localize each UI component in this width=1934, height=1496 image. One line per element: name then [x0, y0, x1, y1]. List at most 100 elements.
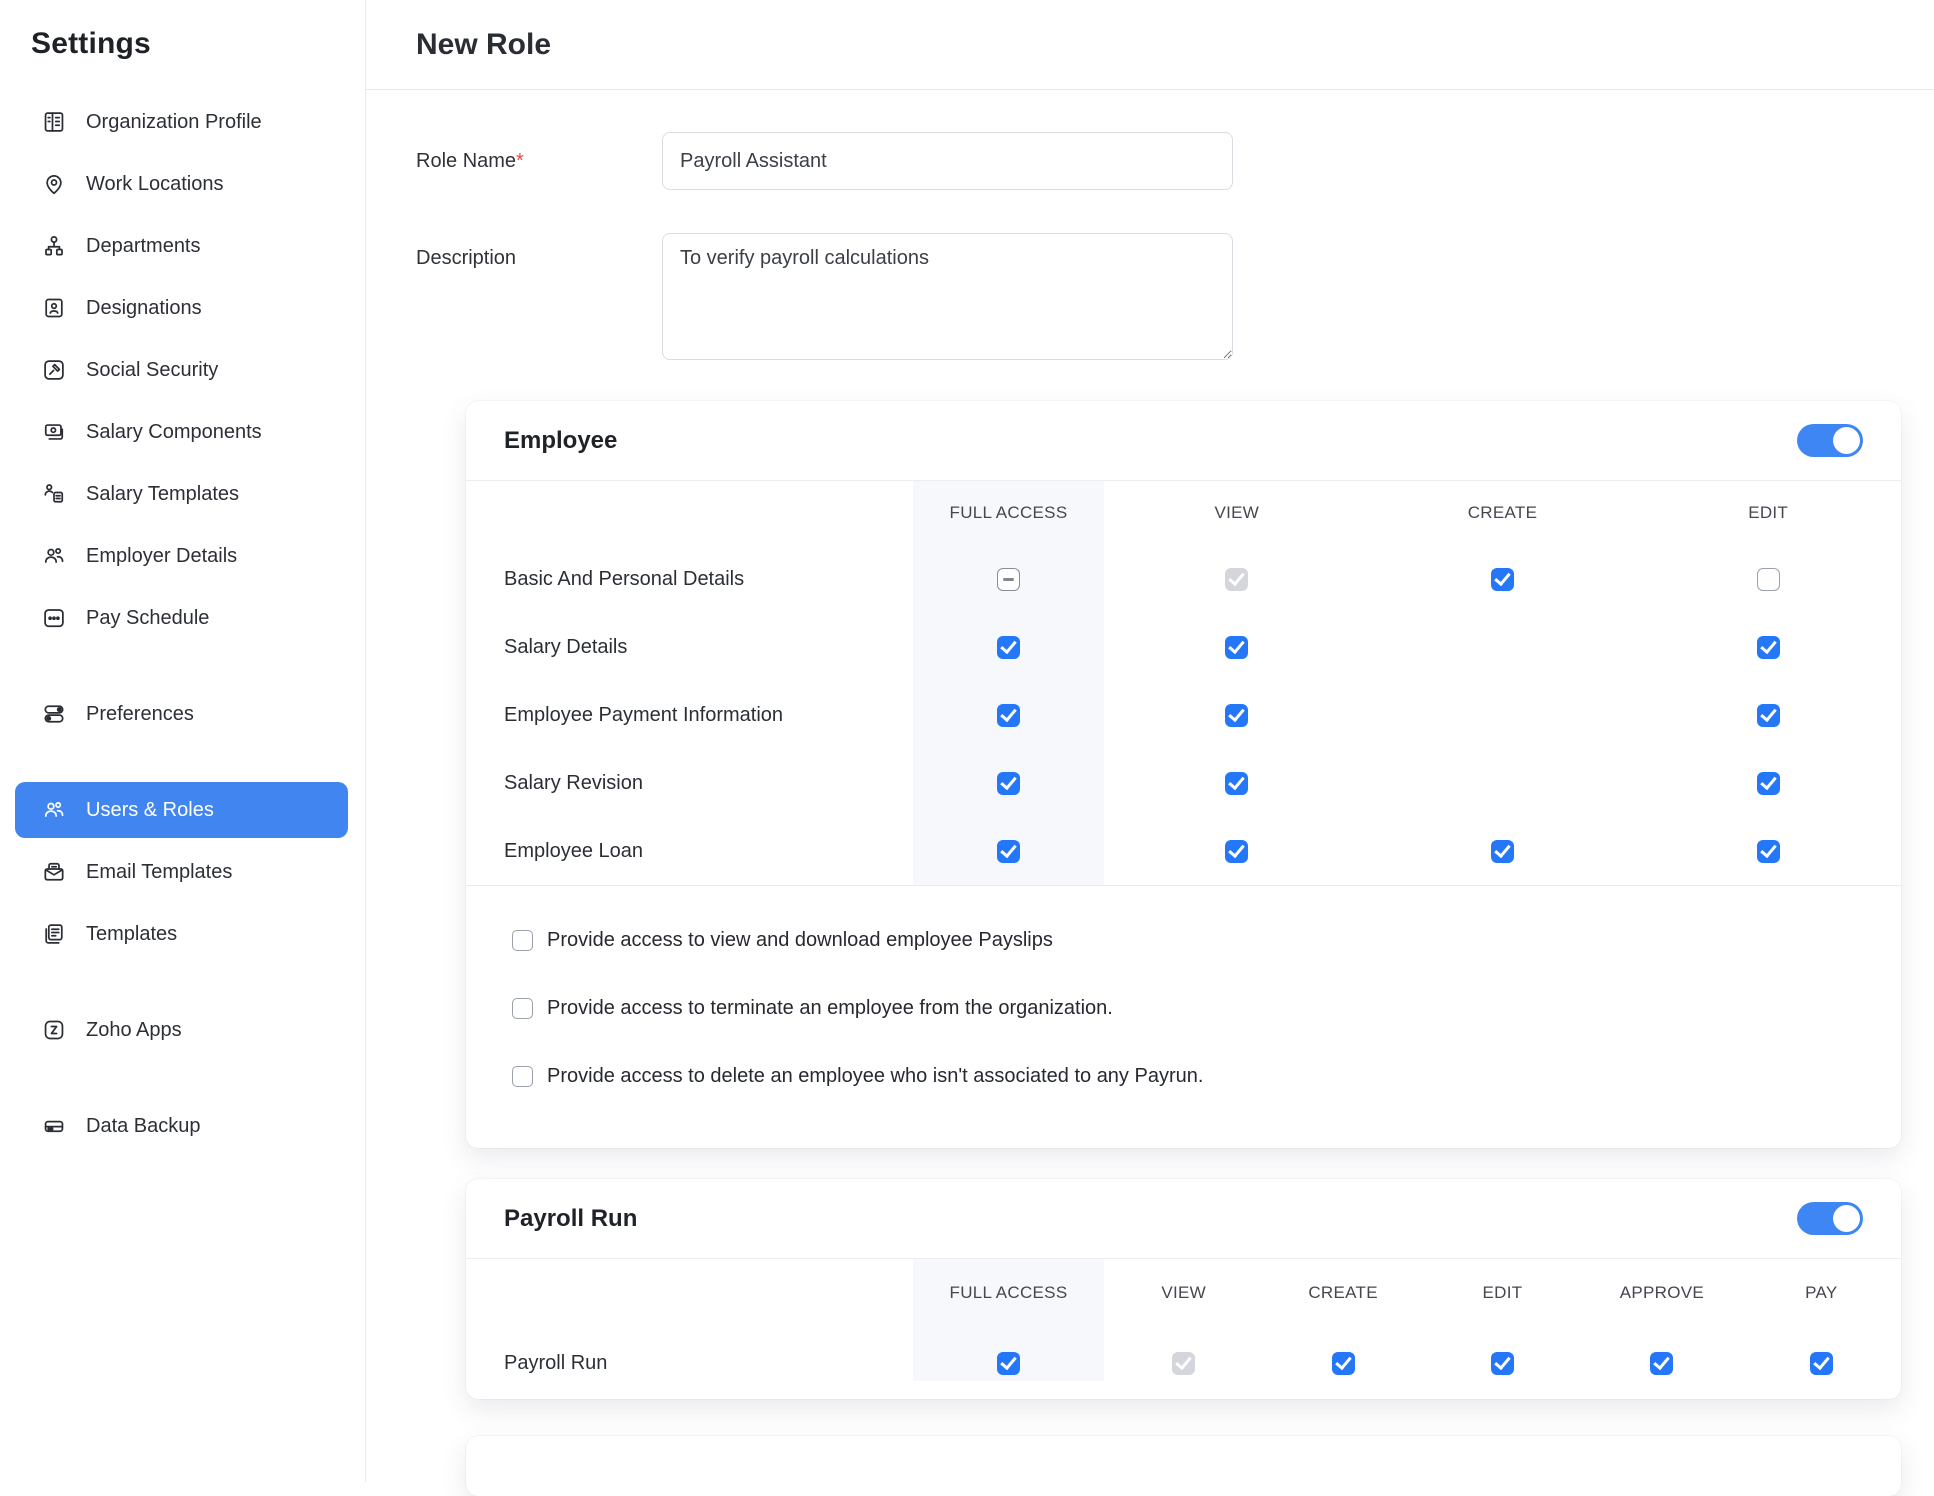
new-role-form: Role Name* Description To verify payroll… — [366, 90, 1934, 1496]
permissions-table-header: FULL ACCESSVIEWCREATEEDITAPPROVEPAY — [466, 1259, 1901, 1327]
sidebar-item-departments[interactable]: Departments — [0, 215, 365, 277]
permissions-table-header: FULL ACCESSVIEWCREATEEDIT — [466, 481, 1901, 545]
sidebar-item-organization-profile[interactable]: Organization Profile — [0, 91, 365, 153]
sidebar-item-label: Employer Details — [86, 545, 237, 568]
preferences-icon — [41, 701, 67, 727]
permission-checkbox[interactable] — [1225, 636, 1248, 659]
permission-checkbox[interactable] — [1757, 840, 1780, 863]
section-title: Payroll Run — [504, 1205, 637, 1233]
permission-row-label: Payroll Run — [466, 1352, 913, 1375]
salary-components-icon — [41, 419, 67, 445]
sidebar-item-employer-details[interactable]: Employer Details — [0, 525, 365, 587]
sidebar-item-preferences[interactable]: Preferences — [0, 683, 365, 745]
sidebar-item-label: Organization Profile — [86, 111, 262, 134]
nav-spacer — [0, 745, 365, 779]
role-name-label-text: Role Name — [416, 150, 516, 172]
sidebar-item-work-locations[interactable]: Work Locations — [0, 153, 365, 215]
permission-checkbox[interactable] — [1225, 772, 1248, 795]
sidebar-item-pay-schedule[interactable]: Pay Schedule — [0, 587, 365, 649]
description-label: Description — [416, 247, 662, 360]
permission-checkbox — [1172, 1352, 1195, 1375]
extra-option-row: Provide access to terminate an employee … — [512, 974, 1863, 1042]
permission-checkbox[interactable] — [1332, 1352, 1355, 1375]
sidebar-item-templates[interactable]: Templates — [0, 903, 365, 965]
section-toggle[interactable] — [1797, 1202, 1863, 1235]
permission-row-label: Employee Loan — [466, 840, 913, 863]
nav-spacer — [0, 965, 365, 999]
sidebar-item-designations[interactable]: Designations — [0, 277, 365, 339]
permission-checkbox[interactable] — [1757, 636, 1780, 659]
toggle-knob — [1833, 427, 1860, 454]
permission-cell-create — [1263, 1352, 1422, 1375]
column-header-full-access: FULL ACCESS — [913, 1283, 1104, 1303]
permissions-table: FULL ACCESSVIEWCREATEEDITAPPROVEPAY Payro… — [466, 1259, 1901, 1399]
permission-checkbox[interactable] — [997, 1352, 1020, 1375]
permission-checkbox[interactable] — [1757, 568, 1780, 591]
permission-checkbox[interactable] — [997, 568, 1020, 591]
permission-cell-view — [1104, 772, 1370, 795]
sidebar-item-email-templates[interactable]: Email Templates — [0, 841, 365, 903]
option-label: Provide access to delete an employee who… — [547, 1065, 1203, 1088]
permission-checkbox — [1225, 568, 1248, 591]
extra-option-row: Provide access to delete an employee who… — [512, 1042, 1863, 1110]
sidebar-item-salary-templates[interactable]: Salary Templates — [0, 463, 365, 525]
option-checkbox[interactable] — [512, 1066, 533, 1087]
toggle-knob — [1833, 1205, 1860, 1232]
option-checkbox[interactable] — [512, 998, 533, 1019]
permission-row-label: Basic And Personal Details — [466, 568, 913, 591]
option-checkbox[interactable] — [512, 930, 533, 951]
settings-sidebar: Settings Organization Profile Work Locati… — [0, 0, 366, 1482]
permission-row-salary-revision: Salary Revision — [466, 749, 1901, 817]
sidebar-item-data-backup[interactable]: Data Backup — [0, 1095, 365, 1157]
permission-cell-full-access — [913, 772, 1104, 795]
permission-checkbox[interactable] — [1491, 1352, 1514, 1375]
role-name-input[interactable] — [662, 132, 1233, 190]
permission-cell-pay — [1742, 1352, 1901, 1375]
sidebar-title: Settings — [31, 27, 365, 61]
departments-icon — [41, 233, 67, 259]
data-backup-icon — [41, 1113, 67, 1139]
permission-checkbox[interactable] — [1757, 704, 1780, 727]
employee-permissions-card: Employee FULL ACCESSVIEWCREATEEDIT Basic A… — [466, 401, 1901, 1148]
main-header: New Role — [366, 0, 1934, 90]
salary-templates-icon — [41, 481, 67, 507]
permission-checkbox[interactable] — [1757, 772, 1780, 795]
permission-cell-view — [1104, 840, 1370, 863]
description-textarea[interactable]: To verify payroll calculations — [662, 233, 1233, 360]
permission-cell-edit — [1635, 636, 1901, 659]
sidebar-item-zoho-apps[interactable]: Zoho Apps — [0, 999, 365, 1061]
employer-details-icon — [41, 543, 67, 569]
permission-cell-view — [1104, 636, 1370, 659]
permission-checkbox[interactable] — [997, 704, 1020, 727]
permission-sections: Employee FULL ACCESSVIEWCREATEEDIT Basic A… — [416, 401, 1934, 1399]
section-toggle[interactable] — [1797, 424, 1863, 457]
social-security-icon — [41, 357, 67, 383]
permission-row-label: Salary Revision — [466, 772, 913, 795]
permission-cell-full-access — [913, 840, 1104, 863]
permission-checkbox[interactable] — [997, 636, 1020, 659]
permission-checkbox[interactable] — [1225, 704, 1248, 727]
permission-checkbox[interactable] — [997, 840, 1020, 863]
permission-cell-edit — [1423, 1352, 1582, 1375]
section-title: Employee — [504, 427, 617, 455]
sidebar-item-social-security[interactable]: Social Security — [0, 339, 365, 401]
permission-cell-view — [1104, 704, 1370, 727]
permission-checkbox[interactable] — [1491, 840, 1514, 863]
organization-profile-icon — [41, 109, 67, 135]
sidebar-item-label: Data Backup — [86, 1115, 201, 1138]
sidebar-item-label: Email Templates — [86, 861, 232, 884]
permission-checkbox[interactable] — [1225, 840, 1248, 863]
extra-options: Provide access to view and download empl… — [466, 886, 1901, 1148]
required-asterisk: * — [516, 150, 524, 172]
column-header-approve: APPROVE — [1582, 1283, 1741, 1303]
permission-checkbox[interactable] — [997, 772, 1020, 795]
designations-icon — [41, 295, 67, 321]
sidebar-item-salary-components[interactable]: Salary Components — [0, 401, 365, 463]
permission-cell-full-access — [913, 636, 1104, 659]
permission-checkbox[interactable] — [1491, 568, 1514, 591]
sidebar-item-label: Social Security — [86, 359, 218, 382]
permission-checkbox[interactable] — [1810, 1352, 1833, 1375]
permission-checkbox[interactable] — [1650, 1352, 1673, 1375]
sidebar-item-users-roles[interactable]: Users & Roles — [15, 782, 348, 838]
permission-cell-edit — [1635, 568, 1901, 591]
